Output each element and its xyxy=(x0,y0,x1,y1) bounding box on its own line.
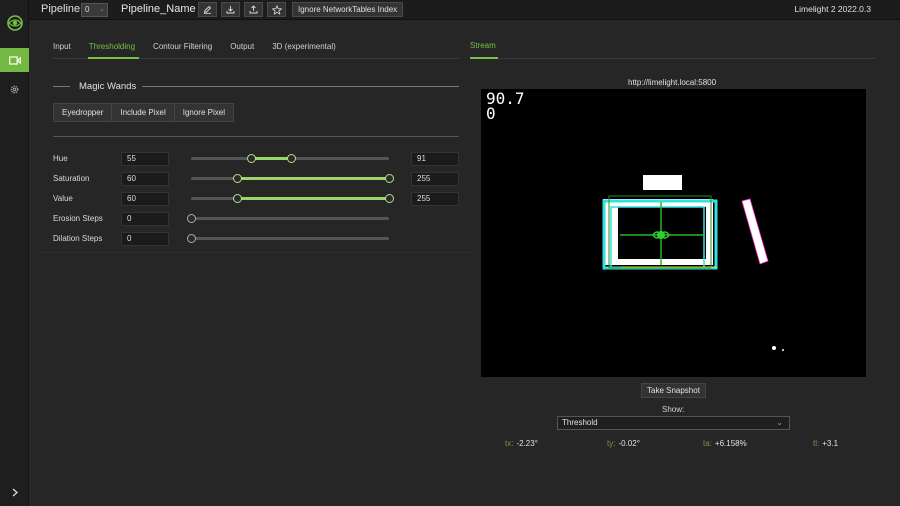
tab-output[interactable]: Output xyxy=(230,41,254,55)
saturation-min-input[interactable]: 60 xyxy=(121,172,169,186)
top-bar: Pipeline: 0 ⌄ Pipeline_Name Ignore Netwo… xyxy=(29,0,900,20)
ignore-networktables-button[interactable]: Ignore NetworkTables Index xyxy=(292,2,404,17)
erosion-steps-label: Erosion Steps xyxy=(53,214,103,223)
hue-max-input[interactable]: 91 xyxy=(411,152,459,166)
stream-tab-indicator xyxy=(470,57,498,59)
hue-min-handle[interactable] xyxy=(247,154,256,163)
hue-min-input[interactable]: 55 xyxy=(121,152,169,166)
saturation-max-input[interactable]: 255 xyxy=(411,172,459,186)
include-pixel-button[interactable]: Include Pixel xyxy=(112,104,175,121)
tab-3d-experimental[interactable]: 3D (experimental) xyxy=(272,41,336,55)
value-label: Value xyxy=(53,194,73,203)
stat-tx: tx: -2.23° xyxy=(505,439,538,448)
saturation-label: Saturation xyxy=(53,174,90,183)
camera-stream[interactable]: 90.7 0 xyxy=(481,89,866,377)
upload-icon[interactable] xyxy=(244,2,263,17)
dilation-steps-slider[interactable] xyxy=(186,234,389,243)
star-icon[interactable] xyxy=(267,2,286,17)
magic-wands-title: Magic Wands xyxy=(79,81,137,92)
tab-stream[interactable]: Stream xyxy=(470,41,496,50)
stream-tabs-divider xyxy=(470,58,876,59)
limelight-app: Pipeline: 0 ⌄ Pipeline_Name Ignore Netwo… xyxy=(0,0,900,506)
active-tab-indicator xyxy=(88,57,139,59)
camera-icon[interactable] xyxy=(0,48,29,72)
stat-tx-key: tx: xyxy=(505,439,514,448)
dilation-steps-label: Dilation Steps xyxy=(53,234,103,243)
pipeline-tabs: Input Thresholding Contour Filtering Out… xyxy=(53,41,354,55)
stat-tl-value: +3.1 xyxy=(822,439,839,448)
show-select[interactable]: Threshold ⌄ xyxy=(557,416,790,430)
pipeline-select-value: 0 xyxy=(85,5,90,14)
section-rule-left xyxy=(53,86,70,87)
saturation-max-handle[interactable] xyxy=(384,174,394,183)
edit-icon[interactable] xyxy=(198,2,217,17)
pipeline-name[interactable]: Pipeline_Name xyxy=(121,3,196,15)
saturation-slider-fill xyxy=(237,177,389,180)
value-slider-fill xyxy=(237,197,389,200)
section-rule-right xyxy=(142,86,459,87)
magic-wand-buttons: Eyedropper Include Pixel Ignore Pixel xyxy=(53,103,234,122)
stat-tl: tl: +3.1 xyxy=(813,439,838,448)
value-slider[interactable] xyxy=(191,194,394,203)
hue-slider[interactable] xyxy=(191,154,389,163)
gear-icon[interactable] xyxy=(0,78,29,100)
erosion-steps-handle[interactable] xyxy=(186,214,196,223)
pipeline-label: Pipeline: xyxy=(41,3,84,15)
hue-label: Hue xyxy=(53,154,68,163)
value-min-handle[interactable] xyxy=(233,194,243,203)
stream-url: http://limelight.local:5800 xyxy=(628,78,717,87)
stat-ty-key: ty: xyxy=(607,439,616,448)
dilation-steps-min-input[interactable]: 0 xyxy=(121,232,169,246)
stat-ty: ty: -0.02° xyxy=(607,439,640,448)
tab-contour-filtering[interactable]: Contour Filtering xyxy=(153,41,212,55)
stat-ta-value: +6.158% xyxy=(714,439,747,448)
hue-slider-fill xyxy=(251,157,292,160)
stat-ty-value: -0.02° xyxy=(618,439,640,448)
stat-tx-value: -2.23° xyxy=(516,439,538,448)
pipeline-select[interactable]: 0 ⌄ xyxy=(81,3,108,17)
blob-top xyxy=(643,175,682,190)
value-max-handle[interactable] xyxy=(384,194,394,203)
tab-thresholding[interactable]: Thresholding xyxy=(89,41,135,55)
stat-ta: ta: +6.158% xyxy=(703,439,747,448)
saturation-slider[interactable] xyxy=(191,174,394,183)
section-divider xyxy=(53,136,459,137)
blob-right xyxy=(741,198,769,265)
eyedropper-button[interactable]: Eyedropper xyxy=(54,104,113,121)
version-label: Limelight 2 2022.0.3 xyxy=(794,4,871,14)
show-select-value: Threshold xyxy=(562,418,598,427)
chevron-right-icon[interactable] xyxy=(0,484,29,500)
stat-tl-key: tl: xyxy=(813,439,820,448)
dilation-steps-handle[interactable] xyxy=(186,234,196,243)
erosion-steps-min-input[interactable]: 0 xyxy=(121,212,169,226)
hue-max-handle[interactable] xyxy=(286,154,296,163)
ignore-pixel-button[interactable]: Ignore Pixel xyxy=(174,104,233,121)
panel-bottom-divider xyxy=(40,252,474,253)
limelight-logo[interactable] xyxy=(0,0,29,45)
blob-speck-small xyxy=(782,349,784,351)
take-snapshot-button[interactable]: Take Snapshot xyxy=(641,383,706,398)
blob-speck xyxy=(772,346,776,350)
stat-ta-key: ta: xyxy=(703,439,712,448)
chevron-down-icon: ⌄ xyxy=(99,6,105,13)
value-max-input[interactable]: 255 xyxy=(411,192,459,206)
show-label: Show: xyxy=(662,405,685,414)
sidebar xyxy=(0,0,29,506)
erosion-steps-slider[interactable] xyxy=(186,214,389,223)
threshold-image xyxy=(602,175,784,351)
chevron-down-icon: ⌄ xyxy=(776,418,783,427)
download-icon[interactable] xyxy=(221,2,240,17)
tab-input[interactable]: Input xyxy=(53,41,71,55)
saturation-min-handle[interactable] xyxy=(233,174,243,183)
value-min-input[interactable]: 60 xyxy=(121,192,169,206)
